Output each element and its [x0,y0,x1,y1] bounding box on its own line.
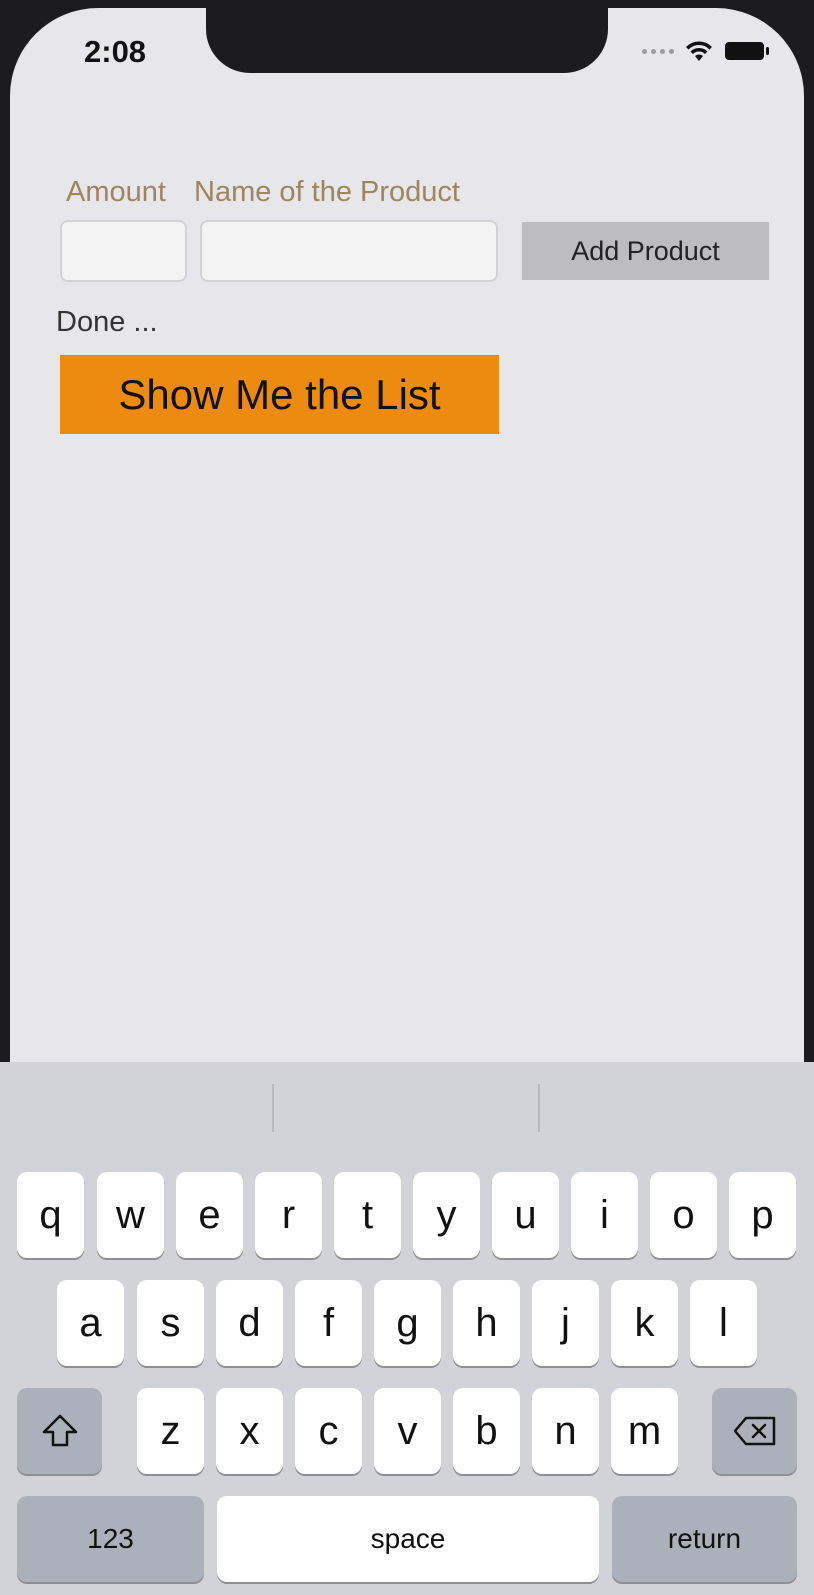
keyboard: q w e r t y u i o p a s d f g h j k l z … [0,1062,814,1595]
status-time: 2:08 [84,34,147,69]
key-x[interactable]: x [216,1388,283,1474]
key-h[interactable]: h [453,1280,520,1366]
amount-field[interactable] [60,220,187,282]
device-notch [206,8,608,73]
amount-label: Amount [66,176,166,208]
key-z[interactable]: z [137,1388,204,1474]
suggestion-divider [538,1084,540,1132]
key-s[interactable]: s [137,1280,204,1366]
numbers-key[interactable]: 123 [17,1496,204,1582]
show-list-button[interactable]: Show Me the List [60,355,499,434]
wifi-icon [686,41,712,61]
key-c[interactable]: c [295,1388,362,1474]
delete-key[interactable] [712,1388,797,1474]
key-m[interactable]: m [611,1388,678,1474]
status-message: Done ... [56,306,158,338]
key-t[interactable]: t [334,1172,401,1258]
key-w[interactable]: w [97,1172,164,1258]
key-k[interactable]: k [611,1280,678,1366]
product-name-field[interactable] [200,220,498,282]
key-o[interactable]: o [650,1172,717,1258]
key-p[interactable]: p [729,1172,796,1258]
key-v[interactable]: v [374,1388,441,1474]
key-y[interactable]: y [413,1172,480,1258]
key-f[interactable]: f [295,1280,362,1366]
key-l[interactable]: l [690,1280,757,1366]
battery-icon [725,42,769,60]
status-indicators [642,38,770,64]
predictive-bar[interactable] [0,1062,814,1148]
key-j[interactable]: j [532,1280,599,1366]
shift-icon [42,1414,77,1447]
key-q[interactable]: q [17,1172,84,1258]
space-key[interactable]: space [217,1496,599,1582]
product-name-label: Name of the Product [194,176,460,208]
suggestion-divider [272,1084,274,1132]
key-u[interactable]: u [492,1172,559,1258]
backspace-icon [733,1416,775,1446]
key-i[interactable]: i [571,1172,638,1258]
key-b[interactable]: b [453,1388,520,1474]
shift-key[interactable] [17,1388,102,1474]
return-key[interactable]: return [612,1496,797,1582]
key-d[interactable]: d [216,1280,283,1366]
key-a[interactable]: a [57,1280,124,1366]
add-product-button[interactable]: Add Product [522,222,769,280]
key-r[interactable]: r [255,1172,322,1258]
key-g[interactable]: g [374,1280,441,1366]
key-n[interactable]: n [532,1388,599,1474]
key-e[interactable]: e [176,1172,243,1258]
cellular-signal-icon [642,48,674,54]
